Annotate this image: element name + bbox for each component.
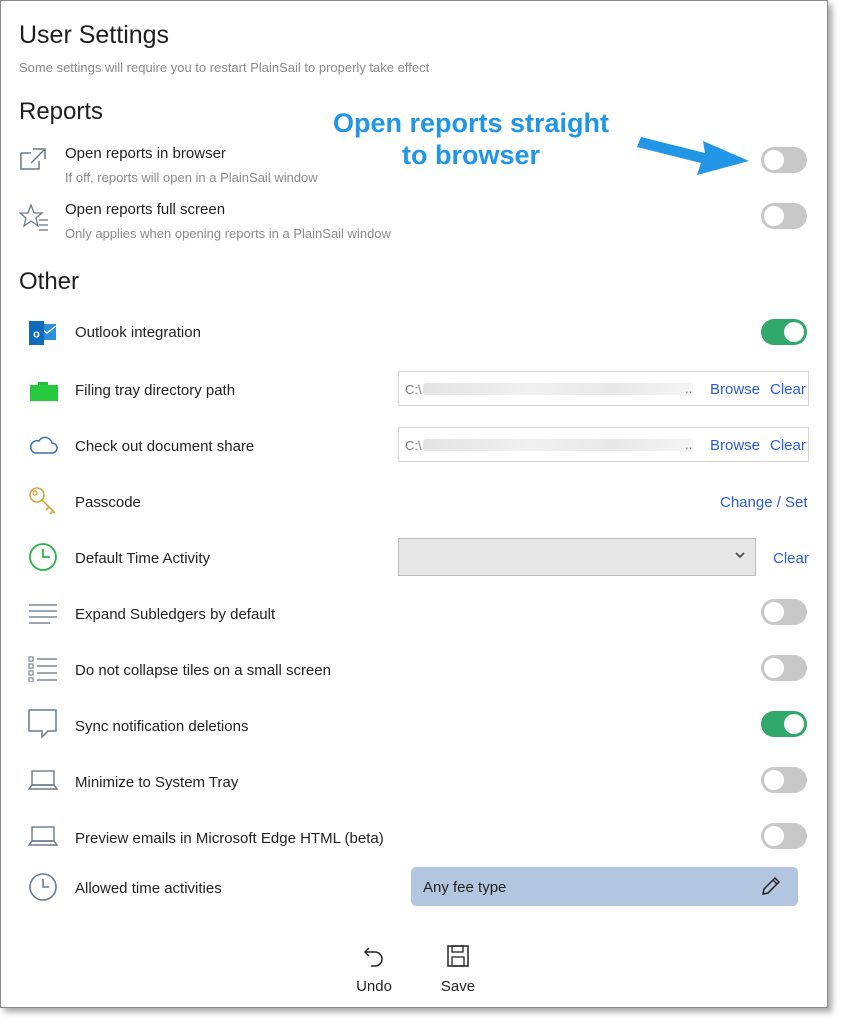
default-time-activity-clear-button[interactable]: Clear (773, 550, 809, 567)
key-icon (29, 487, 56, 515)
chevron-down-icon (735, 552, 745, 559)
lines-icon (29, 604, 57, 624)
section-other-heading: Other (19, 268, 80, 295)
user-settings-panel: User Settings Some settings will require… (0, 0, 828, 1008)
allowed-time-activities-field[interactable]: Any fee type (411, 867, 798, 906)
filing-tray-path-ellipsis: .. (685, 381, 693, 396)
sync-notification-label: Sync notification deletions (75, 718, 249, 735)
open-reports-browser-sub: If off, reports will open in a PlainSail… (65, 170, 318, 185)
page-title: User Settings (19, 21, 170, 49)
toggle-knob (764, 602, 784, 622)
annotation-arrow-icon (637, 137, 749, 175)
section-reports-heading: Reports (19, 98, 104, 125)
speech-bubble-icon (28, 709, 57, 739)
outlook-icon: o (29, 321, 57, 345)
external-link-icon (20, 148, 46, 170)
minimize-system-tray-label: Minimize to System Tray (75, 774, 239, 791)
toggle-knob (764, 150, 784, 170)
passcode-label: Passcode (75, 494, 141, 511)
preview-emails-edge-toggle[interactable] (761, 823, 807, 849)
default-time-activity-label: Default Time Activity (75, 550, 211, 567)
toggle-knob (764, 770, 784, 790)
minimize-system-tray-toggle[interactable] (761, 767, 807, 793)
outlook-integration-label: Outlook integration (75, 324, 201, 341)
default-time-activity-select[interactable] (398, 538, 756, 576)
toggle-knob (764, 206, 784, 226)
sync-notification-toggle[interactable] (761, 711, 807, 737)
annotation-line-2: to browser (401, 140, 541, 170)
outlook-integration-toggle[interactable] (761, 319, 807, 345)
cloud-icon (29, 436, 58, 454)
clock-icon (29, 873, 57, 901)
star-list-icon (19, 203, 48, 231)
filing-tray-path-blurred (423, 383, 693, 395)
checkout-share-path-field[interactable]: C:\ .. Browse Clear (398, 427, 809, 462)
annotation-callout: Open reports straight to browser (331, 107, 611, 171)
annotation-line-1: Open reports straight (332, 108, 610, 138)
checkout-share-path-value: C:\ (405, 438, 422, 453)
filing-tray-browse-button[interactable]: Browse (710, 381, 760, 398)
undo-icon (363, 947, 383, 967)
filing-tray-path-value: C:\ (405, 382, 422, 397)
collapse-tiles-toggle[interactable] (761, 655, 807, 681)
checkout-share-clear-button[interactable]: Clear (770, 437, 806, 454)
open-reports-fullscreen-sub: Only applies when opening reports in a P… (65, 226, 391, 241)
filing-tray-label: Filing tray directory path (75, 382, 236, 399)
save-button[interactable]: Save (428, 945, 488, 995)
allowed-time-activities-value: Any fee type (423, 879, 507, 896)
open-reports-browser-toggle[interactable] (761, 147, 807, 173)
toggle-knob (764, 658, 784, 678)
filing-tray-clear-button[interactable]: Clear (770, 381, 806, 398)
passcode-change-set-link[interactable]: Change / Set (720, 494, 808, 511)
folder-icon (30, 382, 58, 401)
collapse-tiles-label: Do not collapse tiles on a small screen (75, 662, 331, 679)
svg-text:o: o (33, 329, 40, 341)
checkout-share-label: Check out document share (75, 438, 255, 455)
checkout-share-browse-button[interactable]: Browse (710, 437, 760, 454)
checkout-share-path-ellipsis: .. (685, 437, 693, 452)
undo-button[interactable]: Undo (344, 945, 404, 995)
page-subtitle: Some settings will require you to restar… (19, 60, 430, 75)
open-reports-fullscreen-label: Open reports full screen (65, 201, 226, 218)
laptop-icon (28, 826, 58, 846)
preview-emails-edge-label: Preview emails in Microsoft Edge HTML (b… (75, 830, 384, 847)
expand-subledgers-toggle[interactable] (761, 599, 807, 625)
open-reports-browser-label: Open reports in browser (65, 145, 226, 162)
bulleted-list-icon (28, 656, 57, 682)
laptop-icon (28, 770, 58, 790)
allowed-time-activities-label: Allowed time activities (75, 880, 222, 897)
toggle-knob (784, 322, 804, 342)
filing-tray-path-field[interactable]: C:\ .. Browse Clear (398, 371, 809, 406)
toggle-knob (764, 826, 784, 846)
open-reports-fullscreen-toggle[interactable] (761, 203, 807, 229)
pencil-icon[interactable] (760, 875, 782, 897)
undo-label: Undo (356, 978, 392, 995)
toggle-knob (784, 714, 804, 734)
checkout-share-path-blurred (423, 439, 693, 451)
clock-icon (29, 543, 57, 571)
save-label: Save (440, 978, 476, 995)
save-icon (447, 945, 469, 967)
expand-subledgers-label: Expand Subledgers by default (75, 606, 276, 623)
